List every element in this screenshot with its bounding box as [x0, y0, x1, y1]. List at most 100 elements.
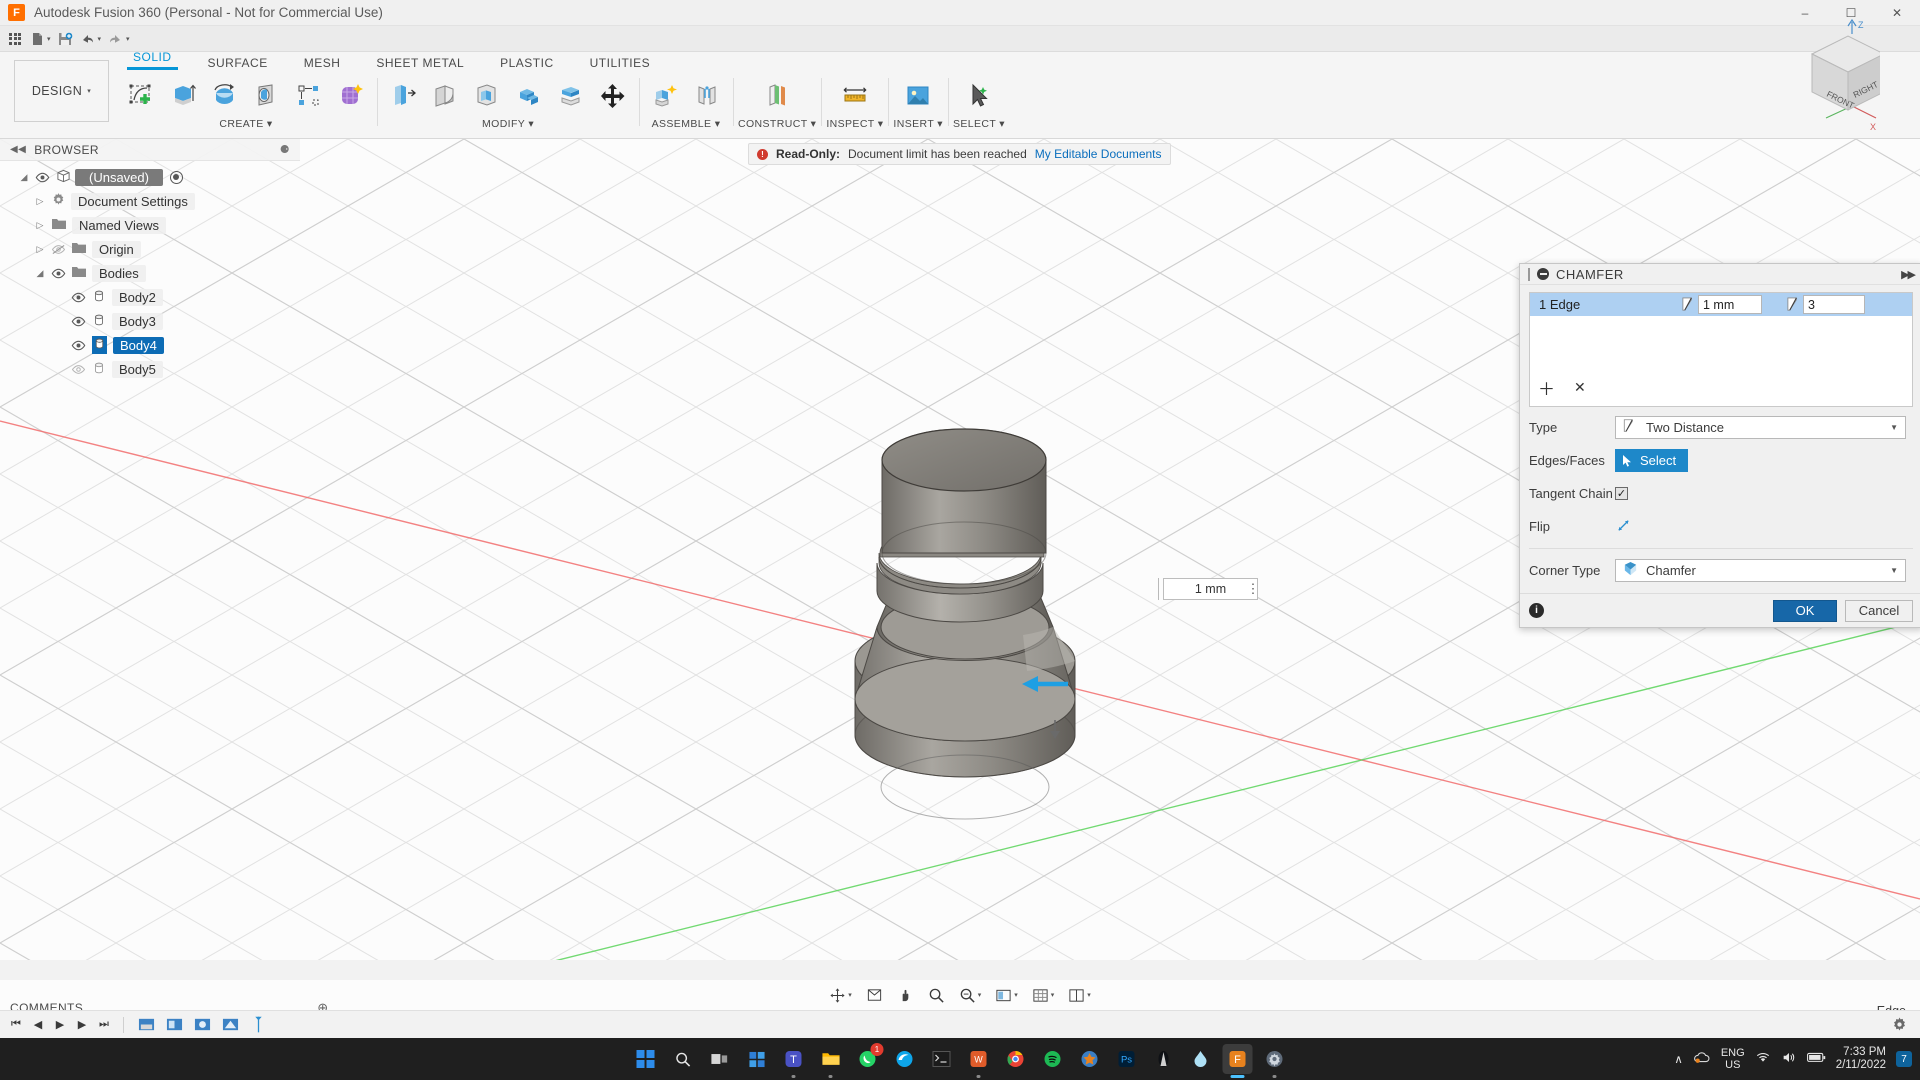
corner-type-dropdown[interactable]: Chamfer ▼ [1615, 559, 1906, 582]
edge-icon[interactable] [890, 1044, 920, 1074]
tab-utilities[interactable]: UTILITIES [572, 56, 669, 74]
visibility-icon[interactable] [68, 316, 88, 327]
timeline-marker[interactable] [247, 1015, 269, 1035]
revolve-icon[interactable] [204, 75, 246, 117]
chevron-down-icon[interactable]: ▾ [1014, 991, 1018, 999]
whatsapp-icon[interactable]: 1 [853, 1043, 884, 1074]
group-label-construct[interactable]: CONSTRUCT ▾ [738, 118, 816, 130]
type-dropdown[interactable]: Two Distance ▼ [1615, 416, 1906, 439]
timeline-feature[interactable] [163, 1015, 185, 1035]
distance2-field[interactable] [1786, 295, 1865, 314]
redo-icon[interactable]: ▾ [104, 27, 133, 51]
timeline-feature[interactable] [191, 1015, 213, 1035]
visibility-icon[interactable] [32, 172, 52, 183]
collapse-icon[interactable]: ◀◀ [10, 144, 26, 155]
start-windows-icon[interactable] [631, 1044, 661, 1074]
chevron-down-icon[interactable]: ▼ [1890, 566, 1898, 575]
visibility-icon[interactable] [68, 340, 88, 351]
tree-item-unsaved[interactable]: ◢ (Unsaved) [0, 165, 300, 189]
manipulator-menu-icon[interactable]: ⋮ [1246, 578, 1260, 600]
group-label-insert[interactable]: INSERT ▾ [893, 118, 943, 130]
chevron-down-icon[interactable]: ▾ [1087, 991, 1091, 999]
select-button[interactable]: Select [1615, 449, 1689, 472]
pan-icon[interactable] [892, 983, 919, 1007]
app-grid-icon[interactable] [4, 27, 26, 51]
chevron-down-icon[interactable]: ▾ [978, 991, 982, 999]
tree-item-document-settings[interactable]: ▷ Document Settings [0, 189, 300, 213]
distance2-input[interactable] [1803, 295, 1865, 314]
pattern-icon[interactable] [288, 75, 330, 117]
cancel-button[interactable]: Cancel [1845, 599, 1913, 622]
measure-icon[interactable] [834, 75, 876, 117]
shell-icon[interactable] [466, 75, 508, 117]
extrude-icon[interactable] [162, 75, 204, 117]
group-label-assemble[interactable]: ASSEMBLE ▾ [652, 118, 721, 130]
joint-icon[interactable] [686, 75, 728, 117]
chevron-down-icon[interactable]: ▼ [1890, 423, 1898, 432]
timeline-settings[interactable] [1891, 1016, 1908, 1033]
distance1-input[interactable] [1698, 295, 1762, 314]
activate-radio[interactable] [169, 170, 183, 184]
tree-item-origin[interactable]: ▷ Origin [0, 237, 300, 261]
obs-icon[interactable]: W [964, 1044, 994, 1078]
offset-plane-icon[interactable] [756, 75, 798, 117]
chamfer-dialog-header[interactable]: CHAMFER ▶▶ [1520, 264, 1920, 285]
tangent-chain-checkbox[interactable]: ✓ [1615, 487, 1628, 500]
fusion360-icon[interactable]: F [1222, 1044, 1253, 1078]
remove-selection-icon[interactable]: ✕ [1574, 379, 1586, 396]
language-indicator[interactable]: ENG US [1721, 1047, 1745, 1071]
zoom-icon[interactable] [923, 983, 950, 1007]
water-icon[interactable] [1186, 1044, 1216, 1074]
move-copy-icon[interactable] [592, 75, 634, 117]
tree-item-bodies[interactable]: ◢ Bodies [0, 261, 300, 285]
display-settings-icon[interactable]: ▾ [990, 983, 1023, 1007]
info-icon[interactable]: i [1529, 603, 1544, 618]
insert-image-icon[interactable] [897, 75, 939, 117]
split-body-icon[interactable] [550, 75, 592, 117]
timeline-feature[interactable] [135, 1015, 157, 1035]
visibility-off-icon[interactable] [48, 244, 68, 255]
chrome-icon[interactable] [1001, 1044, 1031, 1074]
expand-right-icon[interactable]: ▶▶ [1901, 268, 1916, 281]
photoshop-icon[interactable]: Ps [1112, 1044, 1142, 1074]
add-selection-icon[interactable]: ＋ [1538, 375, 1555, 400]
settings-icon[interactable] [1260, 1044, 1290, 1078]
drag-grip-icon[interactable] [1528, 267, 1530, 281]
notification-badge[interactable]: 7 [1896, 1051, 1912, 1067]
battery-icon[interactable] [1806, 1052, 1826, 1066]
app-orange-icon[interactable] [1075, 1044, 1105, 1074]
sweep-icon[interactable] [246, 75, 288, 117]
timeline-last-button[interactable]: ⏭ [94, 1015, 114, 1035]
grid-snaps-icon[interactable]: ▾ [1027, 983, 1060, 1007]
tab-surface[interactable]: SURFACE [190, 56, 286, 74]
chevron-down-icon[interactable]: ▾ [1051, 991, 1055, 999]
clock[interactable]: 7:33 PM 2/11/2022 [1836, 1046, 1886, 1072]
create-sketch-icon[interactable] [120, 75, 162, 117]
tab-plastic[interactable]: PLASTIC [482, 56, 572, 74]
timeline-first-button[interactable]: ⏮ [6, 1015, 26, 1035]
tree-item-body5[interactable]: Body5 [0, 357, 300, 381]
manipulator-value-box[interactable]: 1 mm [1163, 578, 1258, 600]
select-arrow-icon[interactable] [958, 75, 1000, 117]
viewports-icon[interactable]: ▾ [1063, 983, 1096, 1007]
ok-button[interactable]: OK [1773, 599, 1837, 622]
tree-item-named-views[interactable]: ▷ Named Views [0, 213, 300, 237]
group-label-inspect[interactable]: INSPECT ▾ [826, 118, 883, 130]
onedrive-icon[interactable] [1693, 1051, 1711, 1068]
my-editable-documents-link[interactable]: My Editable Documents [1035, 147, 1162, 161]
teams-icon[interactable]: T [779, 1044, 809, 1078]
tab-sheet-metal[interactable]: SHEET METAL [358, 56, 482, 74]
chevron-down-icon[interactable]: ▾ [848, 991, 852, 999]
expander-icon[interactable]: ◢ [32, 268, 48, 279]
visibility-off-icon[interactable] [68, 364, 88, 375]
fillet-icon[interactable] [424, 75, 466, 117]
tab-mesh[interactable]: MESH [286, 56, 359, 74]
expander-icon[interactable]: ◢ [16, 172, 32, 183]
widgets-icon[interactable] [742, 1044, 772, 1074]
visibility-icon[interactable] [68, 292, 88, 303]
expander-icon[interactable]: ▷ [32, 220, 48, 231]
group-label-create[interactable]: CREATE ▾ [219, 118, 272, 130]
group-label-modify[interactable]: MODIFY ▾ [482, 118, 534, 130]
combine-icon[interactable] [508, 75, 550, 117]
workspace-switcher[interactable]: DESIGN ▾ [14, 60, 109, 122]
